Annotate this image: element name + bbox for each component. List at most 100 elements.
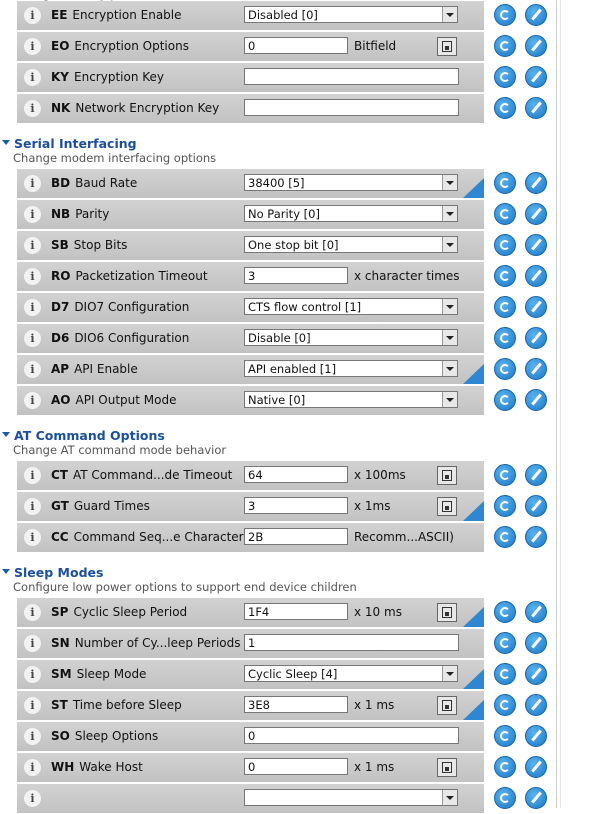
info-icon[interactable]: i [24,697,41,714]
write-button[interactable] [525,694,547,716]
chevron-down-icon[interactable] [442,7,457,22]
write-button[interactable] [525,265,547,287]
info-icon[interactable]: i [24,38,41,55]
setting-dropdown[interactable]: Native [0] [244,391,458,408]
calculator-icon[interactable] [437,37,457,56]
read-button[interactable] [494,756,516,778]
setting-input[interactable]: 3 [244,497,348,514]
write-button[interactable] [525,35,547,57]
read-button[interactable] [494,495,516,517]
info-icon[interactable]: i [24,175,41,192]
chevron-down-icon[interactable] [442,330,457,345]
info-icon[interactable]: i [24,467,41,484]
info-icon[interactable]: i [24,268,41,285]
write-button[interactable] [525,296,547,318]
setting-input[interactable]: 0 [244,758,348,775]
info-icon[interactable]: i [24,529,41,546]
chevron-down-icon[interactable] [442,299,457,314]
read-button[interactable] [494,464,516,486]
write-button[interactable] [525,358,547,380]
info-icon[interactable]: i [24,100,41,117]
info-icon[interactable]: i [24,635,41,652]
setting-input[interactable]: 0 [244,727,459,744]
info-icon[interactable]: i [24,759,41,776]
write-button[interactable] [525,787,547,809]
collapse-triangle-icon[interactable] [2,140,10,145]
setting-input[interactable]: 1F4 [244,603,348,620]
setting-input[interactable]: 2B [244,528,348,545]
read-button[interactable] [494,203,516,225]
setting-dropdown[interactable]: Disable [0] [244,329,458,346]
info-icon[interactable]: i [24,361,41,378]
read-button[interactable] [494,663,516,685]
setting-input[interactable]: 3 [244,267,348,284]
write-button[interactable] [525,234,547,256]
collapse-triangle-icon[interactable] [2,569,10,574]
write-button[interactable] [525,725,547,747]
setting-dropdown[interactable]: No Parity [0] [244,205,458,222]
write-button[interactable] [525,601,547,623]
chevron-down-icon[interactable] [442,392,457,407]
setting-input[interactable]: 1 [244,634,459,651]
collapse-triangle-icon[interactable] [2,432,10,437]
info-icon[interactable]: i [24,604,41,621]
read-button[interactable] [494,234,516,256]
calculator-icon[interactable] [437,466,457,485]
write-button[interactable] [525,97,547,119]
read-button[interactable] [494,265,516,287]
setting-dropdown[interactable]: One stop bit [0] [244,236,458,253]
read-button[interactable] [494,327,516,349]
chevron-down-icon[interactable] [442,666,457,681]
write-button[interactable] [525,526,547,548]
read-button[interactable] [494,172,516,194]
write-button[interactable] [525,389,547,411]
setting-dropdown[interactable]: Cyclic Sleep [4] [244,665,458,682]
read-button[interactable] [494,389,516,411]
read-button[interactable] [494,66,516,88]
info-icon[interactable]: i [24,69,41,86]
chevron-down-icon[interactable] [442,361,457,376]
write-button[interactable] [525,172,547,194]
info-icon[interactable]: i [24,790,41,807]
info-icon[interactable]: i [24,728,41,745]
info-icon[interactable]: i [24,299,41,316]
info-icon[interactable]: i [24,7,41,24]
chevron-down-icon[interactable] [442,206,457,221]
read-button[interactable] [494,296,516,318]
chevron-down-icon[interactable] [442,175,457,190]
read-button[interactable] [494,725,516,747]
setting-input[interactable]: 0 [244,37,348,54]
read-button[interactable] [494,35,516,57]
info-icon[interactable]: i [24,206,41,223]
info-icon[interactable]: i [24,237,41,254]
setting-input[interactable] [244,68,459,85]
setting-input[interactable]: 3E8 [244,696,348,713]
read-button[interactable] [494,632,516,654]
write-button[interactable] [525,327,547,349]
setting-dropdown[interactable]: 38400 [5] [244,174,458,191]
info-icon[interactable]: i [24,392,41,409]
setting-dropdown[interactable]: API enabled [1] [244,360,458,377]
write-button[interactable] [525,756,547,778]
chevron-down-icon[interactable] [442,237,457,252]
write-button[interactable] [525,495,547,517]
read-button[interactable] [494,526,516,548]
write-button[interactable] [525,632,547,654]
setting-input[interactable]: 64 [244,466,348,483]
calculator-icon[interactable] [437,603,457,622]
write-button[interactable] [525,4,547,26]
write-button[interactable] [525,464,547,486]
read-button[interactable] [494,358,516,380]
calculator-icon[interactable] [437,497,457,516]
setting-dropdown[interactable]: CTS flow control [1] [244,298,458,315]
write-button[interactable] [525,66,547,88]
calculator-icon[interactable] [437,696,457,715]
calculator-icon[interactable] [437,758,457,777]
write-button[interactable] [525,203,547,225]
info-icon[interactable]: i [24,498,41,515]
setting-input[interactable] [244,99,459,116]
read-button[interactable] [494,694,516,716]
read-button[interactable] [494,4,516,26]
setting-dropdown[interactable] [244,789,458,806]
read-button[interactable] [494,787,516,809]
